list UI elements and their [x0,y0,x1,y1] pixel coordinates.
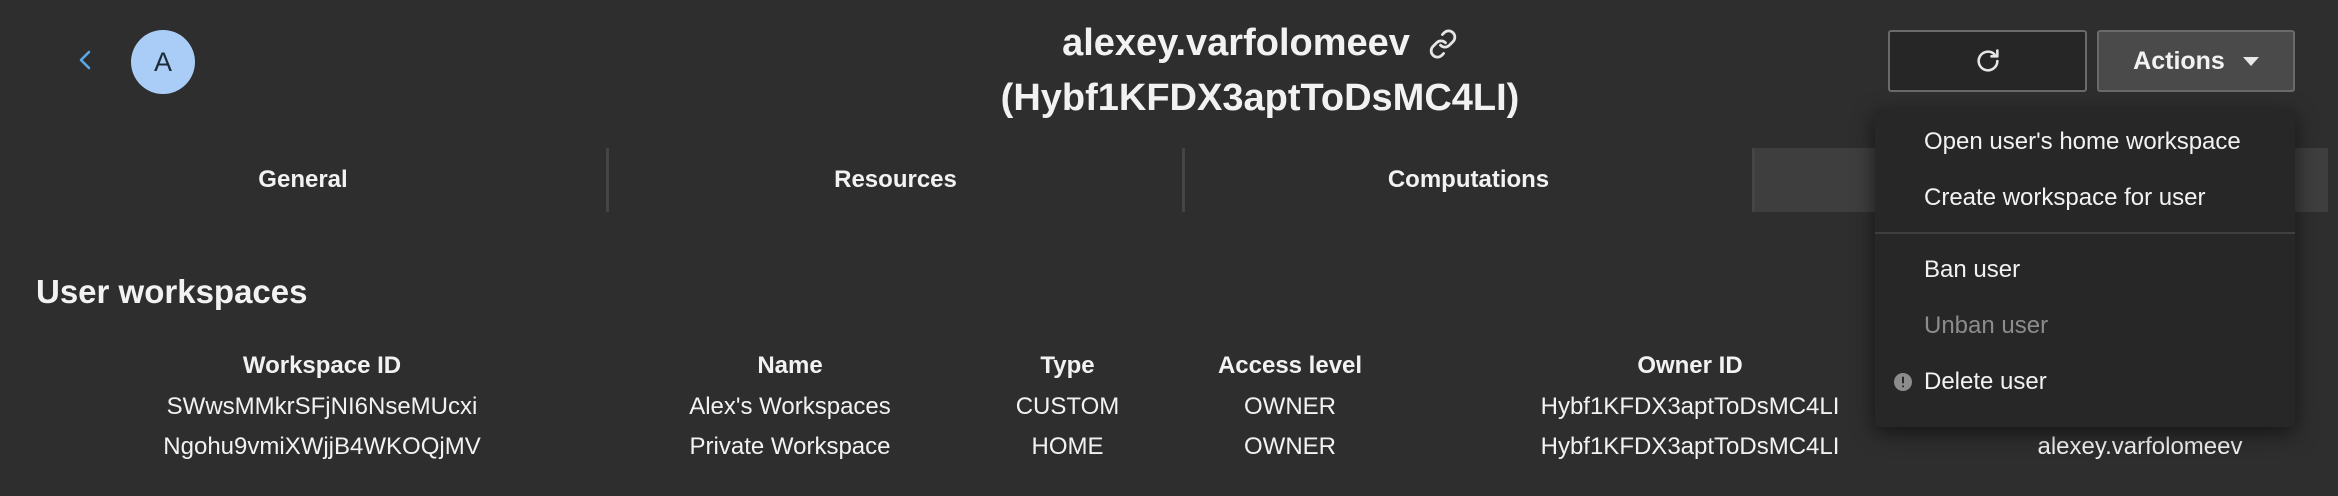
warning-icon [1894,373,1912,391]
caret-down-icon [2242,56,2259,66]
tab-label: Computations [1387,166,1550,193]
cell-type: CUSTOM [1015,393,1120,420]
menu-item-delete-user[interactable]: Delete user [1924,368,2047,396]
menu-item-unban-user: Unban user [1924,312,2049,339]
cell-workspace-id: SWwsMMkrSFjNI6NseMUcxi [166,393,478,420]
actions-label: Actions [2133,46,2225,75]
page-title: alexey.varfolomeev (Hybf1KFDX3aptToDsMC4… [880,16,1640,126]
menu-item-open-home-workspace[interactable]: Open user's home workspace [1924,128,2241,156]
cell-access-level: OWNER [1244,433,1336,460]
avatar-letter: A [153,46,172,77]
refresh-icon [1976,49,1999,72]
tab-general[interactable]: General [0,148,606,212]
chevron-left-icon [79,50,91,70]
tab-resources[interactable]: Resources [609,148,1182,212]
cell-owner-id: Hybf1KFDX3aptToDsMC4LI [1540,393,1840,420]
avatar: A [131,30,195,94]
column-header-name: Name [757,352,823,379]
menu-divider [1875,232,2295,234]
actions-button[interactable]: Actions [2097,30,2295,92]
cell-name: Private Workspace [689,433,891,460]
tab-label: General [258,166,348,193]
back-button[interactable] [70,40,100,80]
actions-menu: Open user's home workspace Create worksp… [1875,109,2295,427]
username: alexey.varfolomeev [1062,22,1410,64]
cell-type: HOME [1031,433,1104,460]
menu-item-ban-user[interactable]: Ban user [1924,256,2020,284]
section-title: User workspaces [36,273,308,310]
refresh-button[interactable] [1888,30,2087,92]
column-header-owner-id: Owner ID [1637,352,1743,379]
menu-item-create-workspace[interactable]: Create workspace for user [1924,184,2205,212]
user-id: (Hybf1KFDX3aptToDsMC4LI) [1000,77,1520,119]
column-header-access-level: Access level [1217,352,1363,379]
cell-owner-name: alexey.varfolomeev [2037,433,2243,460]
cell-name: Alex's Workspaces [689,393,891,420]
cell-workspace-id: Ngohu9vmiXWjjB4WKOQjMV [163,433,481,460]
link-icon[interactable] [1428,29,1458,59]
cell-access-level: OWNER [1244,393,1336,420]
tab-computations[interactable]: Computations [1185,148,1752,212]
column-header-type: Type [1040,352,1095,379]
column-header-workspace-id: Workspace ID [242,352,402,379]
cell-owner-id: Hybf1KFDX3aptToDsMC4LI [1540,433,1840,460]
tab-label: Resources [834,166,957,193]
